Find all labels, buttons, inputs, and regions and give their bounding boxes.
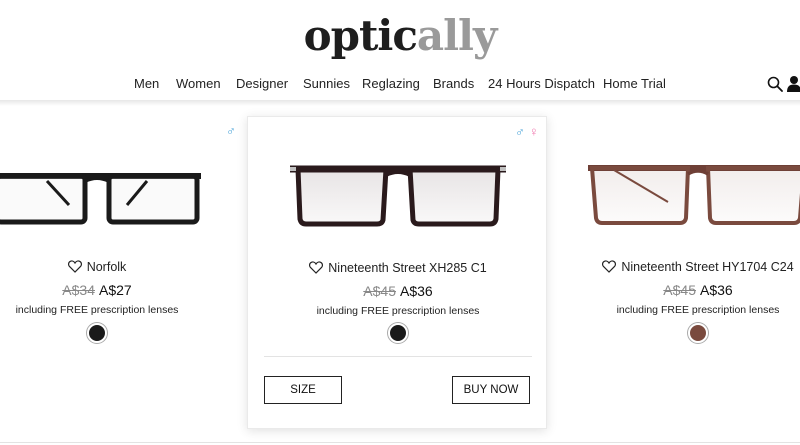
- nav-item-home-trial[interactable]: Home Trial: [603, 76, 666, 91]
- price-row: A$45 A$36: [548, 282, 800, 298]
- price-row: A$45 A$36: [248, 283, 548, 299]
- product-title: Nineteenth Street HY1704 C24: [548, 260, 800, 274]
- product-card-active[interactable]: ♂ ♀ Nineteenth Street XH285 C1 A$45 A$36 …: [247, 116, 547, 429]
- size-button[interactable]: SIZE: [264, 376, 342, 404]
- nav-item-reglazing[interactable]: Reglazing: [362, 76, 420, 91]
- section-divider: [0, 442, 800, 443]
- color-swatch-brown[interactable]: [688, 323, 708, 343]
- old-price: A$45: [363, 283, 396, 299]
- header-divider: [0, 100, 800, 106]
- female-symbol-icon: ♀: [529, 124, 539, 139]
- nav-item-24-hours-dispatch[interactable]: 24 Hours Dispatch: [488, 76, 595, 91]
- color-swatch-black[interactable]: [388, 323, 408, 343]
- product-name[interactable]: Norfolk: [87, 260, 127, 274]
- user-icon[interactable]: [787, 75, 800, 92]
- male-symbol-icon: ♂: [515, 124, 525, 139]
- price-row: A$34 A$27: [0, 282, 247, 298]
- buy-now-button[interactable]: BUY NOW: [452, 376, 530, 404]
- sale-price: A$36: [400, 283, 433, 299]
- color-swatch-black[interactable]: [87, 323, 107, 343]
- product-name[interactable]: Nineteenth Street HY1704 C24: [621, 260, 793, 274]
- nav-item-designer[interactable]: Designer: [236, 76, 288, 91]
- card-divider: [264, 356, 532, 357]
- old-price: A$34: [62, 282, 95, 298]
- sale-price: A$27: [99, 282, 132, 298]
- heart-icon[interactable]: [67, 260, 82, 273]
- heart-icon[interactable]: [309, 261, 324, 274]
- product-card[interactable]: Nineteenth Street HY1704 C24 A$45 A$36 in…: [548, 116, 800, 429]
- product-name[interactable]: Nineteenth Street XH285 C1: [328, 261, 486, 275]
- product-image[interactable]: [286, 157, 510, 229]
- nav-item-sunnies[interactable]: Sunnies: [303, 76, 350, 91]
- product-card[interactable]: ♂ Norfolk A$34 A$27 including FREE prescr…: [0, 116, 247, 429]
- product-image[interactable]: [0, 161, 207, 231]
- logo-part-2: ally: [416, 11, 498, 60]
- main-nav: Men Women Designer Sunnies Reglazing Bra…: [0, 76, 800, 94]
- site-logo[interactable]: optically: [0, 10, 800, 62]
- sale-price: A$36: [700, 282, 733, 298]
- product-title: Norfolk: [0, 260, 247, 274]
- nav-item-brands[interactable]: Brands: [433, 76, 474, 91]
- product-image[interactable]: [584, 156, 800, 228]
- lens-offer-text: including FREE prescription lenses: [616, 304, 780, 316]
- lens-offer-text: including FREE prescription lenses: [316, 305, 480, 317]
- lens-offer-text: including FREE prescription lenses: [15, 304, 179, 316]
- search-icon[interactable]: [767, 76, 783, 92]
- old-price: A$45: [663, 282, 696, 298]
- logo-part-1: optic: [303, 11, 418, 60]
- heart-icon[interactable]: [602, 260, 617, 273]
- nav-item-women[interactable]: Women: [176, 76, 221, 91]
- male-symbol-icon: ♂: [226, 123, 236, 138]
- product-title: Nineteenth Street XH285 C1: [248, 261, 548, 275]
- site-header: optically Men Women Designer Sunnies Reg…: [0, 0, 800, 101]
- nav-item-men[interactable]: Men: [134, 76, 159, 91]
